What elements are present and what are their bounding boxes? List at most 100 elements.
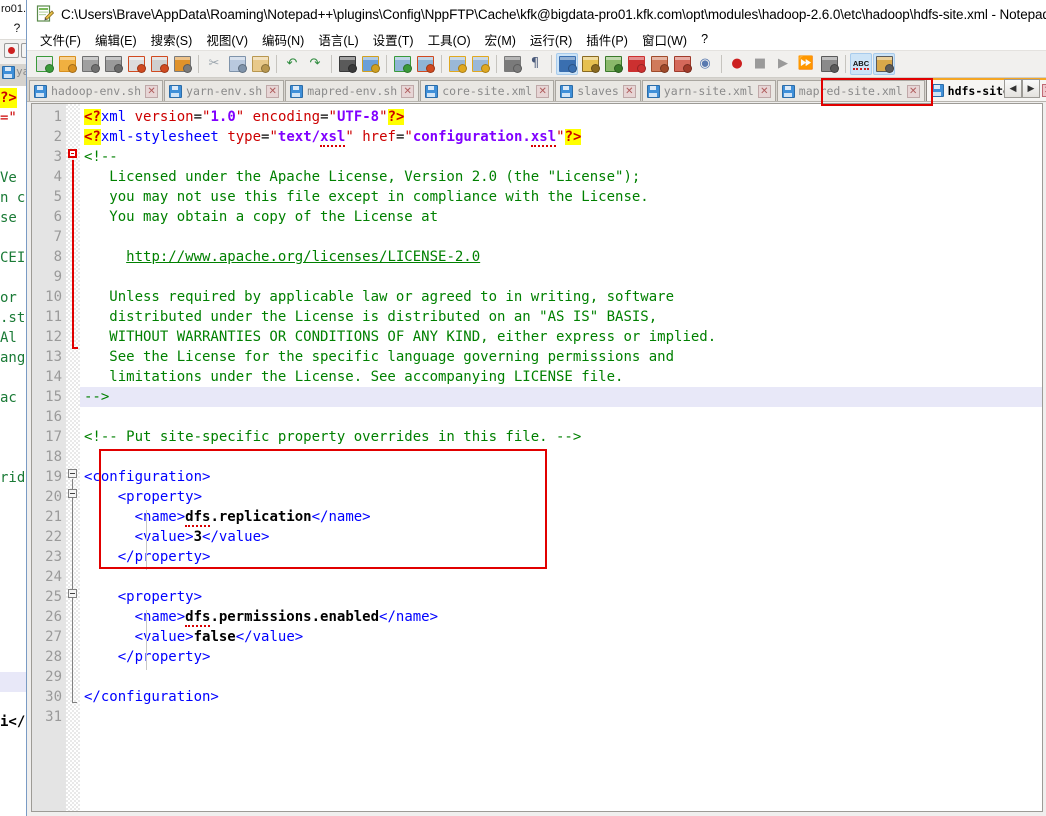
tab-scroll-controls[interactable]: ◀ ▶ — [1004, 79, 1040, 98]
code-line-19[interactable]: <configuration> — [80, 467, 1042, 487]
new-file-icon[interactable] — [33, 53, 55, 75]
menu-encoding[interactable]: 编码(N) — [255, 28, 311, 51]
macro-save-icon[interactable] — [818, 53, 840, 75]
run-icon[interactable] — [873, 53, 895, 75]
eye-icon[interactable]: ◉ — [694, 53, 716, 75]
macro-stop-icon[interactable]: ■ — [749, 53, 771, 75]
menu-settings[interactable]: 设置(T) — [366, 28, 421, 51]
code-line-26[interactable]: <name>dfs.permissions.enabled</name> — [80, 607, 1042, 627]
code-line-23[interactable]: </property> — [80, 547, 1042, 567]
zoom-out-icon[interactable] — [414, 53, 436, 75]
tab-scroll-right-button[interactable]: ▶ — [1022, 79, 1040, 98]
fold-toggle-property-1[interactable] — [68, 489, 77, 498]
code-line-18[interactable] — [80, 447, 1042, 467]
close-file-icon[interactable] — [125, 53, 147, 75]
fold-margin[interactable] — [66, 104, 80, 811]
tab-close-icon[interactable]: ✕ — [145, 84, 159, 98]
tab-bar[interactable]: hadoop-env.sh ✕ yarn-env.sh ✕ mapred-env.sh ✕… — [27, 78, 1046, 102]
editor-pane[interactable]: 1 2 3 4 5 6 7 8 9 10 11 12 13 14 15 16 17 18 19 20 21 22 23 24 2… — [31, 103, 1043, 812]
tab-close-icon[interactable]: ✕ — [266, 84, 280, 98]
code-line-9[interactable] — [80, 267, 1042, 287]
fold-toggle-configuration[interactable] — [68, 469, 77, 478]
code-line-16[interactable] — [80, 407, 1042, 427]
tab-yarn-env-sh[interactable]: yarn-env.sh ✕ — [164, 80, 285, 101]
function-list-icon[interactable] — [625, 53, 647, 75]
code-line-28[interactable]: </property> — [80, 647, 1042, 667]
sync-horizontal-scroll-icon[interactable] — [469, 53, 491, 75]
code-line-3[interactable]: <!-- — [80, 147, 1042, 167]
code-line-2[interactable]: <?xml-stylesheet type="text/xsl" href="c… — [80, 127, 1042, 147]
sync-vertical-scroll-icon[interactable] — [446, 53, 468, 75]
tab-close-icon[interactable]: ✕ — [536, 84, 550, 98]
close-all-icon[interactable] — [148, 53, 170, 75]
save-icon[interactable] — [79, 53, 101, 75]
indent-guideline-icon[interactable] — [556, 53, 578, 75]
code-line-5[interactable]: you may not use this file except in comp… — [80, 187, 1042, 207]
open-file-icon[interactable] — [56, 53, 78, 75]
user-defined-dialog-icon[interactable] — [579, 53, 601, 75]
code-line-4[interactable]: Licensed under the Apache License, Versi… — [80, 167, 1042, 187]
code-line-29[interactable] — [80, 667, 1042, 687]
background-macro-record-icon[interactable] — [4, 43, 19, 58]
code-line-15[interactable]: --> — [80, 387, 1042, 407]
code-line-13[interactable]: See the License for the specific languag… — [80, 347, 1042, 367]
undo-icon[interactable]: ↶ — [281, 53, 303, 75]
code-line-21[interactable]: <name>dfs.replication</name> — [80, 507, 1042, 527]
tab-close-icon[interactable]: ✕ — [401, 84, 415, 98]
menu-plugins[interactable]: 插件(P) — [579, 28, 635, 51]
tab-close-icon[interactable]: ✕ — [757, 84, 771, 98]
tab-mapred-site-xml[interactable]: mapred-site.xml ✕ — [776, 80, 925, 101]
menu-macro[interactable]: 宏(M) — [478, 28, 523, 51]
code-line-7[interactable] — [80, 227, 1042, 247]
menu-file[interactable]: 文件(F) — [33, 28, 88, 51]
tab-yarn-site-xml[interactable]: yarn-site.xml ✕ — [641, 80, 776, 101]
tab-close-icon[interactable]: ✕ — [906, 84, 920, 98]
tab-core-site-xml[interactable]: core-site.xml ✕ — [420, 80, 555, 101]
menu-window[interactable]: 窗口(W) — [635, 28, 694, 51]
menu-run[interactable]: 运行(R) — [523, 28, 579, 51]
code-line-30[interactable]: </configuration> — [80, 687, 1042, 707]
macro-run-multiple-icon[interactable]: ⏩ — [795, 53, 817, 75]
code-line-6[interactable]: You may obtain a copy of the License at — [80, 207, 1042, 227]
folder-as-workspace-icon[interactable] — [648, 53, 670, 75]
document-map-icon[interactable] — [602, 53, 624, 75]
tab-slaves[interactable]: slaves ✕ — [555, 80, 641, 101]
print-icon[interactable] — [171, 53, 193, 75]
word-wrap-icon[interactable] — [501, 53, 523, 75]
code-line-27[interactable]: <value>false</value> — [80, 627, 1042, 647]
code-line-11[interactable]: distributed under the License is distrib… — [80, 307, 1042, 327]
tab-mapred-env-sh[interactable]: mapred-env.sh ✕ — [285, 80, 420, 101]
code-line-14[interactable]: limitations under the License. See accom… — [80, 367, 1042, 387]
fold-toggle-property-2[interactable] — [68, 589, 77, 598]
code-line-25[interactable]: <property> — [80, 587, 1042, 607]
menu-edit[interactable]: 编辑(E) — [88, 28, 144, 51]
tab-hadoop-env-sh[interactable]: hadoop-env.sh ✕ — [29, 80, 164, 101]
menu-view[interactable]: 视图(V) — [199, 28, 255, 51]
menu-search[interactable]: 搜索(S) — [144, 28, 200, 51]
menu-language[interactable]: 语言(L) — [311, 28, 365, 51]
zoom-in-icon[interactable] — [391, 53, 413, 75]
menu-tools[interactable]: 工具(O) — [421, 28, 478, 51]
notepad-plus-plus-window[interactable]: C:\Users\Brave\AppData\Roaming\Notepad++… — [26, 0, 1046, 816]
paste-icon[interactable] — [249, 53, 271, 75]
tab-scroll-left-button[interactable]: ◀ — [1004, 79, 1022, 98]
code-line-31[interactable] — [80, 707, 1042, 727]
code-line-12[interactable]: WITHOUT WARRANTIES OR CONDITIONS OF ANY … — [80, 327, 1042, 347]
copy-icon[interactable] — [226, 53, 248, 75]
save-all-icon[interactable] — [102, 53, 124, 75]
macro-record-icon[interactable]: ● — [726, 53, 748, 75]
tab-close-icon[interactable]: ✕ — [1041, 84, 1046, 97]
find-icon[interactable] — [336, 53, 358, 75]
tool-bar[interactable]: ✂ ↶ ↷ ¶ ◉ ● ■ ▶ ⏩ ABC — [27, 50, 1046, 78]
menu-bar[interactable]: 文件(F) 编辑(E) 搜索(S) 视图(V) 编码(N) 语言(L) 设置(T… — [27, 28, 1046, 50]
macro-play-icon[interactable]: ▶ — [772, 53, 794, 75]
code-text-area[interactable]: <?xml version="1.0" encoding="UTF-8"?> <?… — [80, 104, 1042, 811]
replace-icon[interactable] — [359, 53, 381, 75]
fold-toggle-comment[interactable] — [68, 149, 77, 158]
code-line-1[interactable]: <?xml version="1.0" encoding="UTF-8"?> — [80, 107, 1042, 127]
code-line-10[interactable]: Unless required by applicable law or agr… — [80, 287, 1042, 307]
code-line-20[interactable]: <property> — [80, 487, 1042, 507]
cut-icon[interactable]: ✂ — [203, 53, 225, 75]
spell-check-icon[interactable]: ABC — [850, 53, 872, 75]
code-line-17[interactable]: <!-- Put site-specific property override… — [80, 427, 1042, 447]
